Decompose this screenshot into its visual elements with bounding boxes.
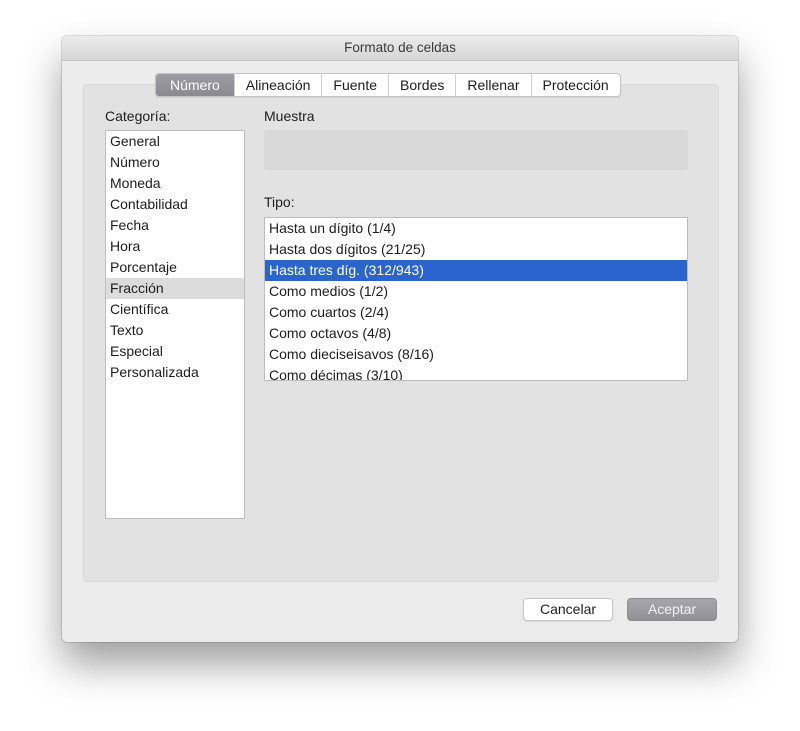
type-item[interactable]: Como décimas (3/10)	[265, 365, 687, 380]
tab-numero[interactable]: Número	[156, 74, 235, 96]
category-item[interactable]: Fecha	[106, 215, 244, 236]
type-item[interactable]: Como cuartos (2/4)	[265, 302, 687, 323]
type-item[interactable]: Como octavos (4/8)	[265, 323, 687, 344]
type-label: Tipo:	[264, 194, 295, 210]
category-item[interactable]: Texto	[106, 320, 244, 341]
tab-proteccion[interactable]: Protección	[532, 74, 620, 96]
category-list[interactable]: General Número Moneda Contabilidad Fecha Hora…	[105, 130, 245, 519]
type-item[interactable]: Como dieciseisavos (8/16)	[265, 344, 687, 365]
category-item[interactable]: Científica	[106, 299, 244, 320]
sample-preview	[264, 130, 688, 170]
tab-alineacion[interactable]: Alineación	[235, 74, 323, 96]
category-item[interactable]: General	[106, 131, 244, 152]
ok-button[interactable]: Aceptar	[627, 598, 717, 621]
category-item[interactable]: Contabilidad	[106, 194, 244, 215]
type-item[interactable]: Hasta dos dígitos (21/25)	[265, 239, 687, 260]
category-item[interactable]: Personalizada	[106, 362, 244, 383]
format-cells-dialog: Formato de celdas Número Alineación Fuen…	[62, 36, 738, 642]
tab-bar: Número Alineación Fuente Bordes Rellenar…	[155, 73, 621, 97]
type-item[interactable]: Hasta un dígito (1/4)	[265, 218, 687, 239]
category-item[interactable]: Especial	[106, 341, 244, 362]
category-label: Categoría:	[105, 108, 171, 124]
type-list[interactable]: Hasta un dígito (1/4) Hasta dos dígitos (…	[264, 217, 688, 381]
tab-bordes[interactable]: Bordes	[389, 74, 457, 96]
category-item[interactable]: Porcentaje	[106, 257, 244, 278]
dialog-title: Formato de celdas	[62, 36, 738, 61]
tab-fuente[interactable]: Fuente	[322, 74, 389, 96]
cancel-button[interactable]: Cancelar	[523, 598, 613, 621]
category-item[interactable]: Número	[106, 152, 244, 173]
sample-label: Muestra	[264, 108, 315, 124]
type-item[interactable]: Hasta tres díg. (312/943)	[265, 260, 687, 281]
category-item[interactable]: Hora	[106, 236, 244, 257]
tab-rellenar[interactable]: Rellenar	[456, 74, 532, 96]
category-item[interactable]: Moneda	[106, 173, 244, 194]
type-item[interactable]: Como medios (1/2)	[265, 281, 687, 302]
category-item[interactable]: Fracción	[106, 278, 244, 299]
